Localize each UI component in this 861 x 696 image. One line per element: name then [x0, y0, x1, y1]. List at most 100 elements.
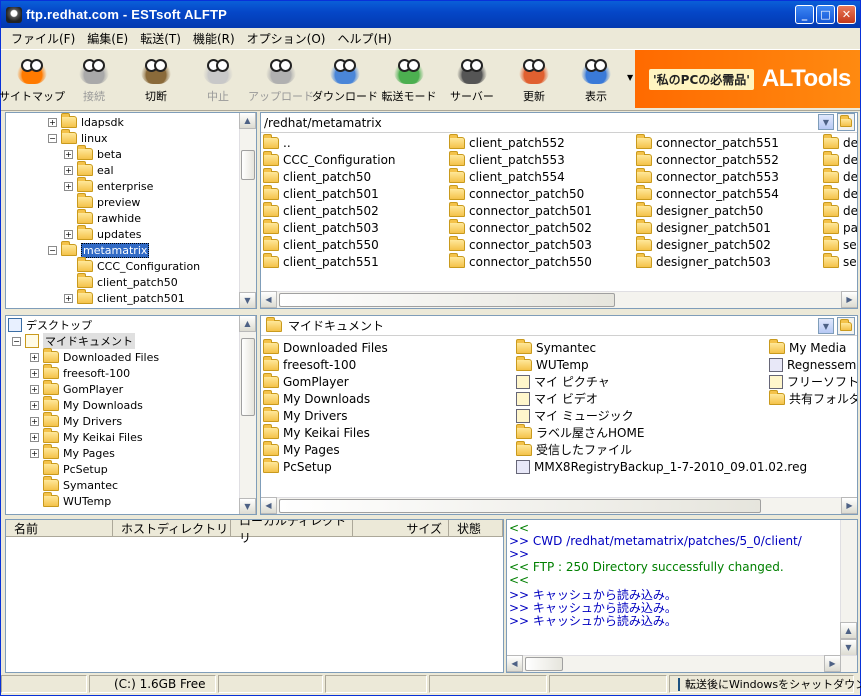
local-files-hscroll[interactable]: ◀ ▶: [261, 497, 857, 514]
toolbar-button-1[interactable]: 接続: [63, 50, 125, 110]
tree-item[interactable]: + My Downloads: [30, 396, 143, 413]
scroll-right-button[interactable]: ▶: [824, 655, 841, 672]
tree-item[interactable]: + My Drivers: [30, 412, 122, 429]
remote-up-folder-button[interactable]: [837, 113, 855, 131]
tree-item[interactable]: + enterprise: [64, 177, 153, 194]
file-item[interactable]: connector_patch501: [449, 201, 592, 219]
file-item[interactable]: client_patch554: [449, 167, 565, 185]
file-item[interactable]: pate: [823, 218, 857, 236]
file-item[interactable]: Symantec: [516, 338, 596, 356]
app-icon[interactable]: [6, 6, 22, 23]
remote-path-bar[interactable]: /redhat/metamatrix: [261, 113, 857, 133]
expand-toggle-icon[interactable]: +: [30, 432, 39, 442]
tree-item[interactable]: − マイドキュメント: [12, 333, 135, 349]
expand-toggle-icon[interactable]: −: [12, 336, 21, 346]
file-item[interactable]: マイ ビデオ: [516, 390, 598, 407]
file-item[interactable]: My Pages: [263, 440, 340, 458]
file-item[interactable]: 受信したファイル: [516, 440, 632, 458]
file-item[interactable]: connector_patch50: [449, 184, 584, 202]
tree-item[interactable]: + GomPlayer: [30, 380, 123, 397]
tree-item[interactable]: + freesoft-100: [30, 364, 130, 381]
file-item[interactable]: des: [823, 201, 857, 219]
menu-item[interactable]: ファイル(F): [5, 30, 81, 47]
file-item[interactable]: connector_patch551: [636, 133, 779, 151]
expand-toggle-icon[interactable]: +: [48, 117, 57, 127]
tree-item[interactable]: + client_patch501: [64, 289, 185, 306]
file-item[interactable]: マイ ピクチャ: [516, 373, 610, 390]
file-item[interactable]: client_patch551: [263, 252, 379, 270]
tree-item[interactable]: + My Keikai Files: [30, 428, 143, 445]
tree-item[interactable]: Symantec: [30, 476, 118, 493]
file-item[interactable]: MMX8RegistryBackup_1-7-2010_09.01.02.reg: [516, 458, 807, 475]
remote-path-dropdown[interactable]: ▼: [818, 114, 834, 130]
local-tree-vscroll[interactable]: ▲ ▼: [239, 316, 256, 514]
remote-tree-vscroll[interactable]: ▲ ▼: [239, 113, 256, 308]
scroll-thumb[interactable]: [241, 338, 255, 416]
file-item[interactable]: freesoft-100: [263, 355, 356, 373]
scroll-right-button[interactable]: ▶: [841, 497, 857, 514]
tree-item[interactable]: + beta: [64, 145, 122, 162]
close-button[interactable]: ✕: [837, 5, 856, 24]
scroll-down-button[interactable]: ▼: [840, 639, 857, 656]
expand-toggle-icon[interactable]: +: [30, 384, 39, 394]
log-vscroll[interactable]: ▼ ▲: [840, 520, 857, 656]
queue-column-header[interactable]: ローカルディレクトリ: [231, 520, 353, 545]
title-bar[interactable]: ftp.redhat.com - ESTsoft ALFTP _ □ ✕: [1, 1, 860, 28]
scroll-left-button[interactable]: ◀: [261, 497, 277, 514]
expand-toggle-icon[interactable]: +: [64, 293, 73, 303]
file-item[interactable]: client_patch550: [263, 235, 379, 253]
tree-item[interactable]: + ldapsdk: [48, 113, 124, 130]
file-item[interactable]: connector_patch502: [449, 218, 592, 236]
shutdown-checkbox[interactable]: [678, 677, 680, 691]
expand-toggle-icon[interactable]: +: [64, 165, 73, 175]
file-item[interactable]: 共有フォルダ: [769, 389, 857, 407]
minimize-button[interactable]: _: [795, 5, 814, 24]
file-item[interactable]: Downloaded Files: [263, 338, 388, 356]
file-item[interactable]: ..: [263, 133, 291, 151]
expand-toggle-icon[interactable]: +: [64, 181, 73, 191]
local-up-folder-button[interactable]: [837, 317, 855, 335]
local-file-list[interactable]: マイドキュメント ▼ ◀ ▶ Downloaded Files freesoft-…: [260, 315, 858, 515]
tree-item[interactable]: + My Pages: [30, 444, 115, 461]
scroll-up-button[interactable]: ▲: [239, 316, 256, 332]
file-item[interactable]: des: [823, 150, 857, 168]
toolbar-button-8[interactable]: 更新: [503, 50, 565, 110]
scroll-down-button[interactable]: ▼: [239, 292, 256, 308]
file-item[interactable]: PcSetup: [263, 457, 332, 475]
file-item[interactable]: My Keikai Files: [263, 423, 370, 441]
toolbar-button-6[interactable]: 転送モード: [377, 50, 441, 110]
expand-toggle-icon[interactable]: +: [30, 352, 39, 362]
file-item[interactable]: My Media: [769, 338, 846, 356]
tree-item[interactable]: + Downloaded Files: [30, 348, 159, 365]
expand-toggle-icon[interactable]: −: [48, 245, 57, 255]
menu-item[interactable]: オプション(O): [241, 30, 332, 47]
expand-toggle-icon[interactable]: +: [30, 448, 39, 458]
file-item[interactable]: フリーソフト100.: [769, 373, 857, 390]
expand-toggle-icon[interactable]: +: [64, 149, 73, 159]
toolbar-button-4[interactable]: アップロード: [248, 50, 314, 110]
tree-item[interactable]: preview: [64, 193, 140, 210]
scroll-left-button[interactable]: ◀: [261, 291, 277, 308]
scroll-down-button[interactable]: ▼: [239, 498, 256, 514]
scroll-left-button[interactable]: ◀: [507, 655, 523, 672]
menu-item[interactable]: 転送(T): [134, 30, 187, 47]
toolbar-button-7[interactable]: サーバー: [441, 50, 503, 110]
queue-column-header[interactable]: 名前: [6, 520, 113, 537]
tree-item[interactable]: WUTemp: [30, 492, 111, 509]
menu-item[interactable]: 機能(R): [187, 30, 241, 47]
file-item[interactable]: designer_patch502: [636, 235, 771, 253]
file-item[interactable]: designer_patch503: [636, 252, 771, 270]
file-item[interactable]: client_patch50: [263, 167, 371, 185]
file-item[interactable]: client_patch503: [263, 218, 379, 236]
scroll-thumb[interactable]: [279, 293, 615, 307]
expand-toggle-icon[interactable]: +: [30, 400, 39, 410]
remote-files-hscroll[interactable]: ◀ ▶: [261, 291, 857, 308]
file-item[interactable]: serv: [823, 235, 857, 253]
scroll-thumb[interactable]: [279, 499, 761, 513]
file-item[interactable]: GomPlayer: [263, 372, 349, 390]
expand-toggle-icon[interactable]: −: [48, 133, 57, 143]
file-item[interactable]: connector_patch553: [636, 167, 779, 185]
tree-item[interactable]: CCC_Configuration: [64, 257, 200, 274]
expand-toggle-icon[interactable]: +: [30, 416, 39, 426]
file-item[interactable]: des: [823, 133, 857, 151]
